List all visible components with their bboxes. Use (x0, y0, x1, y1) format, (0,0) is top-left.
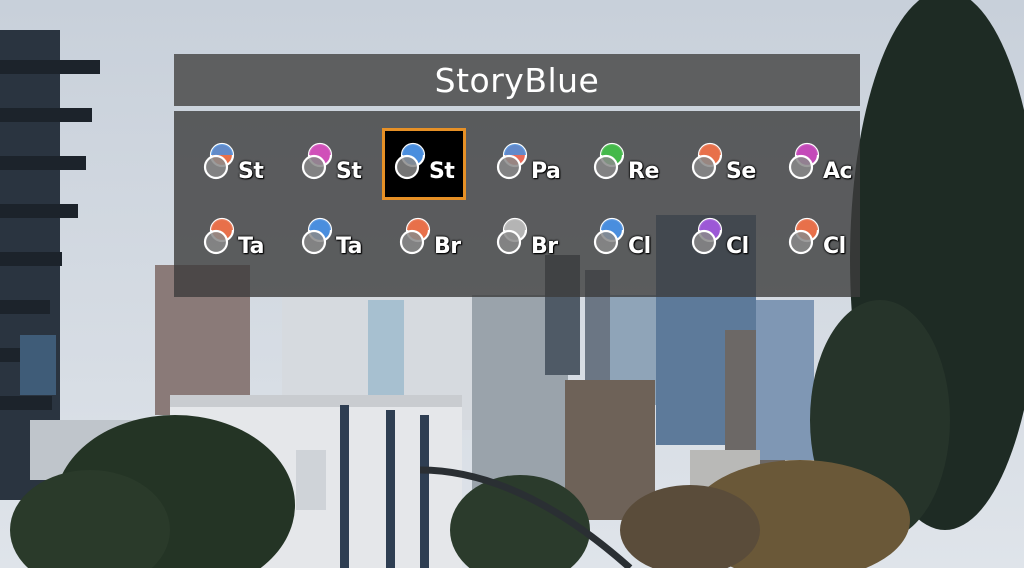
style-option[interactable]: St (194, 131, 278, 203)
style-label: Br (531, 234, 558, 259)
style-label: Ta (336, 234, 363, 259)
style-label: Ac (823, 159, 853, 184)
style-option[interactable]: Cl (779, 206, 863, 278)
style-label: Cl (726, 234, 749, 259)
style-option[interactable]: Br (390, 206, 474, 278)
style-circles-icon (593, 217, 625, 255)
style-circles-icon (301, 142, 333, 180)
style-circles-icon (203, 217, 235, 255)
style-option[interactable]: St (292, 131, 376, 203)
style-option[interactable]: Ta (194, 206, 278, 278)
style-label: Cl (823, 234, 846, 259)
style-circles-icon (301, 217, 333, 255)
style-label: Pa (531, 159, 561, 184)
style-option[interactable]: Cl (584, 206, 668, 278)
title-bar: StoryBlue (174, 54, 860, 106)
title-text: StoryBlue (434, 60, 600, 100)
style-circles-icon (788, 142, 820, 180)
style-label: Br (434, 234, 461, 259)
style-circles-icon (593, 142, 625, 180)
style-label: Ta (238, 234, 265, 259)
style-option[interactable]: Cl (682, 206, 766, 278)
style-label: Re (628, 159, 659, 184)
style-grid: St St St Pa Re Se Ac Ta Ta Br Br Cl Cl Cl (194, 128, 874, 291)
style-picker-panel: St St St Pa Re Se Ac Ta Ta Br Br Cl Cl Cl (174, 111, 860, 297)
style-option[interactable]: Ac (779, 131, 863, 203)
style-option[interactable]: Ta (292, 206, 376, 278)
style-circles-icon (691, 217, 723, 255)
style-circles-icon (203, 142, 235, 180)
style-circles-icon (691, 142, 723, 180)
style-label: St (336, 159, 362, 184)
style-label: St (429, 159, 455, 184)
style-label: Cl (628, 234, 651, 259)
style-circles-icon (496, 142, 528, 180)
style-circles-icon (788, 217, 820, 255)
style-circles-icon (496, 217, 528, 255)
style-option[interactable]: Se (682, 131, 766, 203)
style-option[interactable]: Br (487, 206, 571, 278)
style-option[interactable]: Re (584, 131, 668, 203)
style-option[interactable]: St (382, 128, 466, 200)
style-label: St (238, 159, 264, 184)
style-circles-icon (399, 217, 431, 255)
style-circles-icon (394, 142, 426, 180)
style-label: Se (726, 159, 756, 184)
style-option[interactable]: Pa (487, 131, 571, 203)
